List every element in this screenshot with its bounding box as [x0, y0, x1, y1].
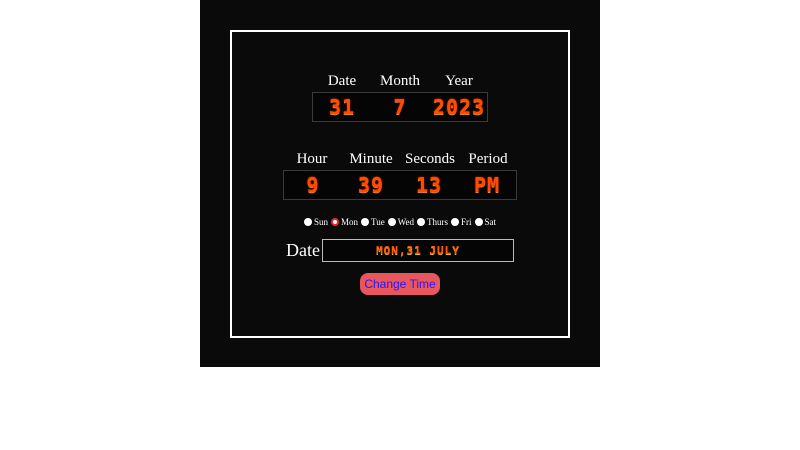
hour-value: 9: [306, 173, 320, 197]
month-label: Month: [379, 73, 420, 89]
weekday-radio-group: Sun Mon Tue Wed Thurs Fri Sat: [304, 216, 499, 228]
day-label-sat: Sat: [484, 217, 497, 227]
change-time-button[interactable]: Change Time: [360, 273, 440, 295]
day-radio-wed[interactable]: [387, 218, 396, 226]
clock-panel: Date Month Year 31 7 2023 Hour Minute Se…: [200, 0, 600, 367]
date-field[interactable]: MON,31 JULY: [322, 239, 514, 262]
period-value: PM: [473, 173, 501, 197]
minute-value: 39: [357, 173, 385, 197]
day-radio-tue[interactable]: [361, 218, 370, 226]
day-radio-mon[interactable]: [331, 218, 340, 226]
period-label: Period: [468, 151, 508, 167]
day-radio-thurs[interactable]: [417, 218, 425, 226]
day-label-fri: Fri: [461, 217, 472, 227]
seconds-label: Seconds: [405, 151, 455, 167]
day-label-sun: Sun: [314, 217, 329, 227]
day-radio-sun[interactable]: [304, 218, 312, 226]
day-label-thurs: Thurs: [427, 217, 448, 227]
day-radio-sat[interactable]: [474, 218, 483, 226]
seconds-value: 13: [415, 173, 443, 197]
year-label: Year: [445, 73, 473, 89]
hour-label: Hour: [296, 151, 328, 167]
date-label: Date: [327, 73, 357, 89]
date-field-label: Date: [286, 240, 320, 260]
minute-label: Minute: [349, 151, 393, 167]
date-display: 31 7 2023: [312, 92, 488, 122]
day-label-wed: Wed: [397, 217, 414, 227]
year-value: 2023: [432, 95, 486, 119]
day-label-tue: Tue: [371, 217, 385, 227]
day-label-mon: Mon: [341, 217, 359, 227]
day-radio-fri[interactable]: [451, 218, 459, 226]
month-value: 7: [393, 95, 407, 119]
time-display: 9 39 13 PM: [283, 170, 517, 200]
date-value: 31: [328, 95, 356, 119]
